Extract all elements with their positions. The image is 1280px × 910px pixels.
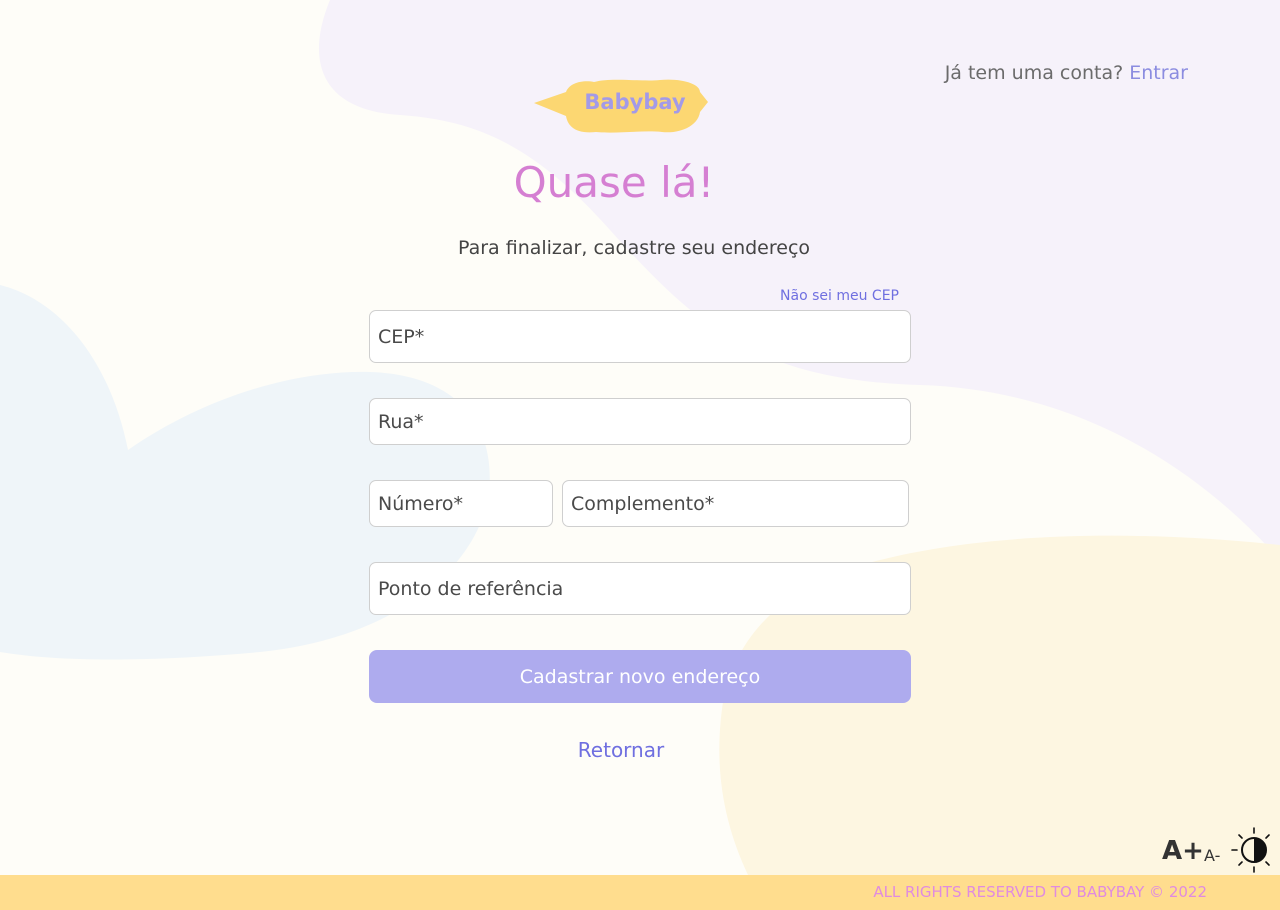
street-field[interactable]: [369, 398, 911, 445]
cep-help-link[interactable]: Não sei meu CEP: [0, 288, 899, 304]
register-address-button[interactable]: Cadastrar novo endereço: [369, 650, 911, 703]
login-link[interactable]: Entrar: [1129, 62, 1188, 84]
back-link[interactable]: Retornar: [0, 738, 1242, 762]
accessibility-controls: A+ A-: [1160, 826, 1276, 876]
increase-font-button[interactable]: A+: [1162, 836, 1204, 866]
reference-field[interactable]: [369, 562, 911, 615]
footer-copyright: ALL RIGHTS RESERVED TO BABYBAY © 2022: [873, 883, 1207, 901]
logo-text: Babybay: [584, 90, 686, 114]
background-blobs: [0, 0, 1280, 875]
footer: ALL RIGHTS RESERVED TO BABYBAY © 2022: [0, 875, 1280, 910]
page-title: Quase lá!: [513, 158, 715, 207]
complement-field[interactable]: [562, 480, 909, 527]
cep-field[interactable]: [369, 310, 911, 363]
decrease-font-button[interactable]: A-: [1204, 846, 1220, 865]
contrast-sun-icon[interactable]: [1230, 826, 1274, 876]
login-prompt-text: Já tem uma conta?: [944, 62, 1124, 84]
page-subtitle: Para finalizar, cadastre seu endereço: [457, 237, 811, 259]
babybay-logo: Babybay: [532, 78, 708, 134]
number-field[interactable]: [369, 480, 553, 527]
